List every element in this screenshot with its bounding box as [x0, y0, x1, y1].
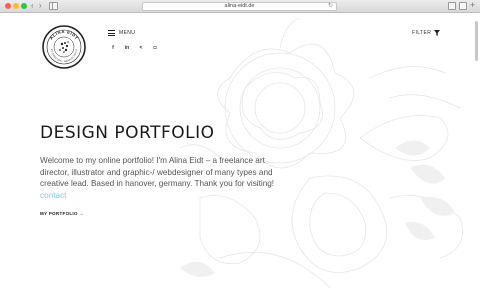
hamburger-icon	[108, 30, 115, 36]
contact-link[interactable]: contact	[40, 191, 66, 200]
browser-toolbar: ‹ › alina-eidt.de ↻ +	[0, 0, 480, 13]
filter-label: FILTER	[412, 30, 432, 36]
linkedin-icon[interactable]: in	[124, 45, 130, 51]
menu-label: MENU	[119, 30, 136, 36]
intro-paragraph: Welcome to my online portfolio! I'm Alin…	[40, 155, 280, 201]
my-portfolio-link[interactable]: MY PORTFOLIO →	[40, 211, 84, 216]
alina-eidt-logo[interactable]: ALINA EIDT ART DIRECTION · GRAPHIC DESIG…	[42, 25, 86, 69]
new-tab-icon[interactable]: +	[470, 0, 475, 11]
page-title: DESIGN PORTFOLIO	[40, 123, 215, 143]
reload-icon[interactable]: ↻	[328, 3, 333, 10]
social-links: f in < ◘	[110, 45, 158, 51]
instagram-icon[interactable]: ◘	[152, 45, 158, 51]
intro-text: Welcome to my online portfolio! I'm Alin…	[40, 156, 275, 188]
sidebar-toggle-icon[interactable]	[49, 2, 58, 10]
share-icon[interactable]: <	[138, 45, 144, 51]
funnel-icon	[434, 30, 441, 36]
forward-arrow-icon[interactable]: ›	[39, 1, 42, 11]
fullscreen-window-icon[interactable]	[21, 3, 27, 9]
menu-button[interactable]: MENU	[108, 30, 135, 36]
facebook-icon[interactable]: f	[110, 45, 116, 51]
close-window-icon[interactable]	[5, 3, 11, 9]
tab-overview-icon[interactable]	[459, 2, 467, 10]
page: ALINA EIDT ART DIRECTION · GRAPHIC DESIG…	[0, 13, 480, 293]
minimize-window-icon[interactable]	[13, 3, 19, 9]
browser-share-icon[interactable]	[448, 2, 456, 10]
page-scrollbar[interactable]	[475, 21, 478, 61]
url-text: alina-eidt.de	[224, 3, 255, 9]
back-arrow-icon[interactable]: ‹	[31, 1, 34, 11]
filter-button[interactable]: FILTER	[412, 30, 441, 36]
address-bar[interactable]: alina-eidt.de ↻	[142, 2, 337, 11]
